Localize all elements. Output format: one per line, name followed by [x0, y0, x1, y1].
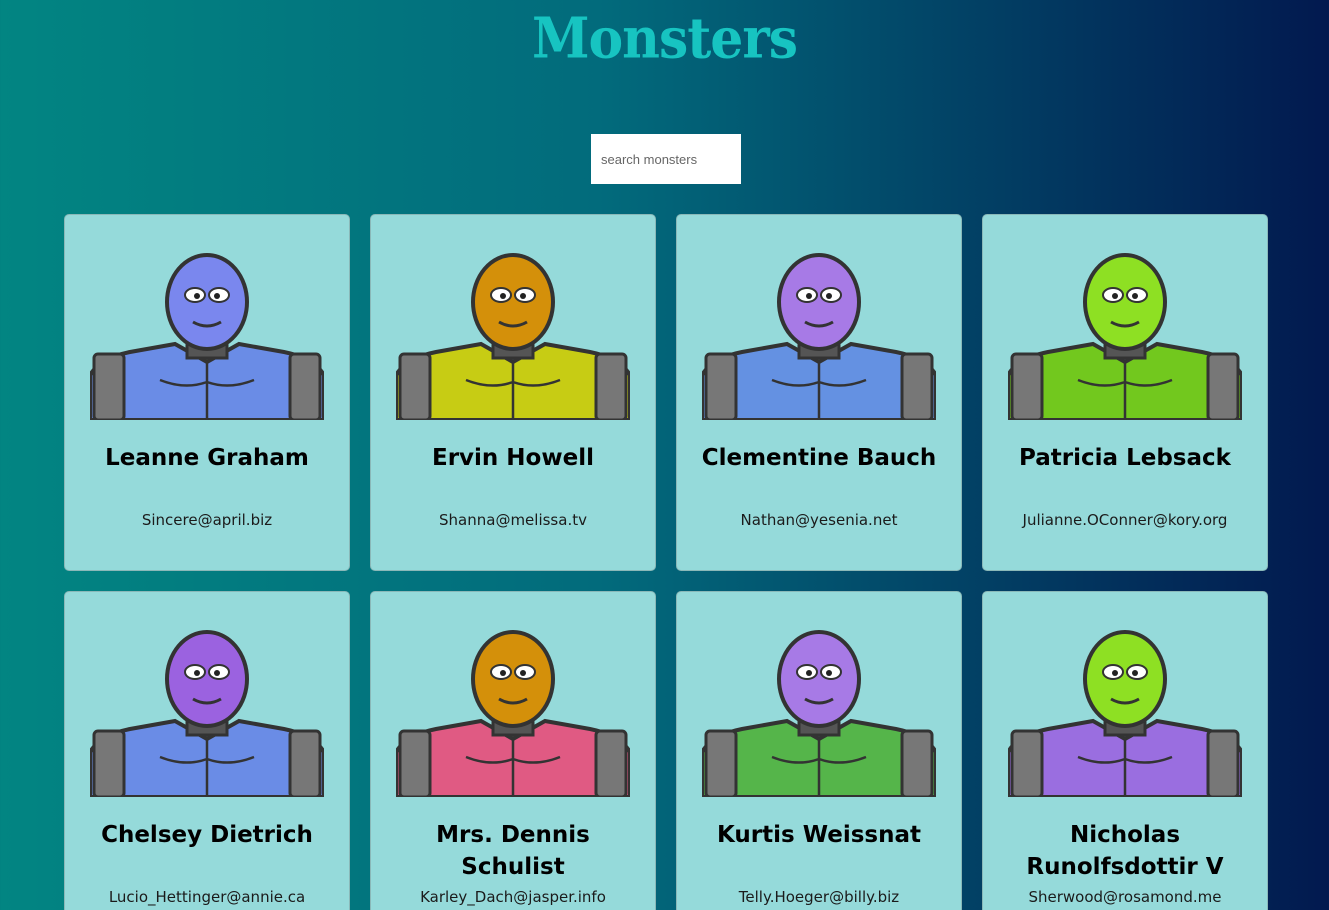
monster-email: Telly.Hoeger@billy.biz: [738, 888, 900, 906]
monster-card[interactable]: Nicholas Runolfsdottir V Sherwood@rosamo…: [982, 591, 1268, 910]
monster-name: Ervin Howell: [432, 445, 594, 471]
card-list: Leanne Graham Sincere@april.biz Ervin Ho…: [64, 214, 1268, 910]
green-helmet-monster-icon: [1008, 253, 1242, 420]
monster-email: Sincere@april.biz: [141, 511, 273, 529]
blue-horned-monster-icon: [90, 253, 324, 420]
monster-name: Patricia Lebsack: [1019, 445, 1231, 471]
monster-name: Kurtis Weissnat: [716, 822, 921, 848]
purple-unicorn-monster-icon: [702, 630, 936, 797]
orange-spiky-monster-icon: [396, 253, 630, 420]
monster-card[interactable]: Ervin Howell Shanna@melissa.tv: [370, 214, 656, 571]
green-robot-monster-icon: [1008, 630, 1242, 797]
monster-card[interactable]: Chelsey Dietrich Lucio_Hettinger@annie.c…: [64, 591, 350, 910]
monster-email: Karley_Dach@jasper.info: [420, 888, 606, 906]
monster-email: Lucio_Hettinger@annie.ca: [108, 888, 306, 906]
monster-card[interactable]: Patricia Lebsack Julianne.OConner@kory.o…: [982, 214, 1268, 571]
app-title: Monsters: [531, 5, 798, 72]
purple-cyclops-robot-monster-icon: [702, 253, 936, 420]
monster-name: Clementine Bauch: [701, 445, 937, 471]
monster-card[interactable]: Mrs. Dennis Schulist Karley_Dach@jasper.…: [370, 591, 656, 910]
monster-name: Nicholas Runolfsdottir V: [1026, 822, 1224, 880]
monster-name: Chelsey Dietrich: [101, 822, 313, 848]
purple-visor-monster-icon: [90, 630, 324, 797]
monster-email: Julianne.OConner@kory.org: [1022, 511, 1228, 529]
monster-name: Mrs. Dennis Schulist: [436, 822, 590, 880]
monster-email: Nathan@yesenia.net: [740, 511, 898, 529]
orange-antenna-monster-icon: [396, 630, 630, 797]
monster-name: Leanne Graham: [105, 445, 309, 471]
search-input[interactable]: [591, 134, 741, 184]
monster-card[interactable]: Kurtis Weissnat Telly.Hoeger@billy.biz: [676, 591, 962, 910]
monster-email: Shanna@melissa.tv: [439, 511, 587, 529]
monster-card[interactable]: Clementine Bauch Nathan@yesenia.net: [676, 214, 962, 571]
monster-email: Sherwood@rosamond.me: [1028, 888, 1222, 906]
monster-card[interactable]: Leanne Graham Sincere@april.biz: [64, 214, 350, 571]
